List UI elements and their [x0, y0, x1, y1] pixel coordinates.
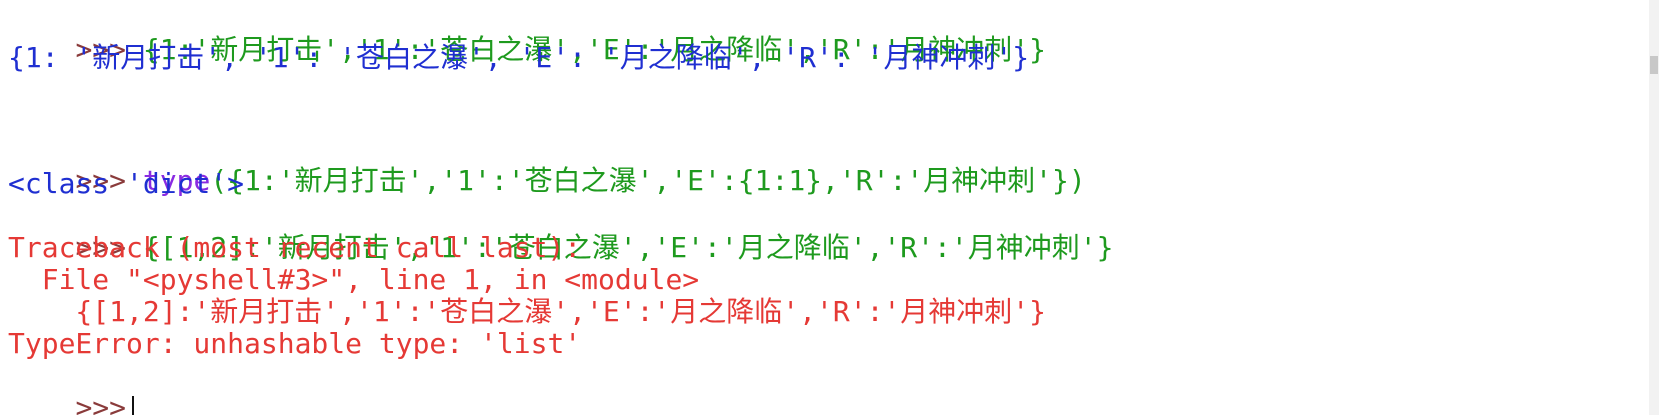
- input-line-current[interactable]: >>>: [8, 360, 135, 415]
- output-line-1: {1: '新月打击', '1': '苍白之瀑', 'E': '月之降临', 'R…: [8, 41, 1030, 74]
- traceback-header: Traceback (most recent call last):: [8, 231, 582, 264]
- input-line-2: >>> type({1:'新月打击','1':'苍白之瀑','E':{1:1},…: [8, 133, 1085, 197]
- text-cursor: [132, 396, 135, 415]
- python-shell-window[interactable]: >>> {1:'新月打击','1':'苍白之瀑','E':'月之降临','R':…: [0, 0, 1659, 415]
- traceback-code: {[1,2]:'新月打击','1':'苍白之瀑','E':'月之降临','R':…: [8, 295, 1047, 328]
- input-line-1: >>> {1:'新月打击','1':'苍白之瀑','E':'月之降临','R':…: [8, 2, 1046, 66]
- prompt: >>>: [75, 391, 127, 415]
- traceback-file: File "<pyshell#3>", line 1, in <module>: [8, 263, 700, 296]
- type-error: TypeError: unhashable type: 'list': [8, 327, 582, 360]
- input-line-3: >>> {[1,2]:'新月打击','1':'苍白之瀑','E':'月之降临',…: [8, 200, 1113, 264]
- vertical-scrollbar[interactable]: [1649, 0, 1659, 415]
- scrollbar-thumb[interactable]: [1650, 56, 1658, 74]
- call-args: ({1:'新月打击','1':'苍白之瀑','E':{1:1},'R':'月神冲…: [210, 164, 1086, 197]
- output-line-2: <class 'dict'>: [8, 167, 245, 200]
